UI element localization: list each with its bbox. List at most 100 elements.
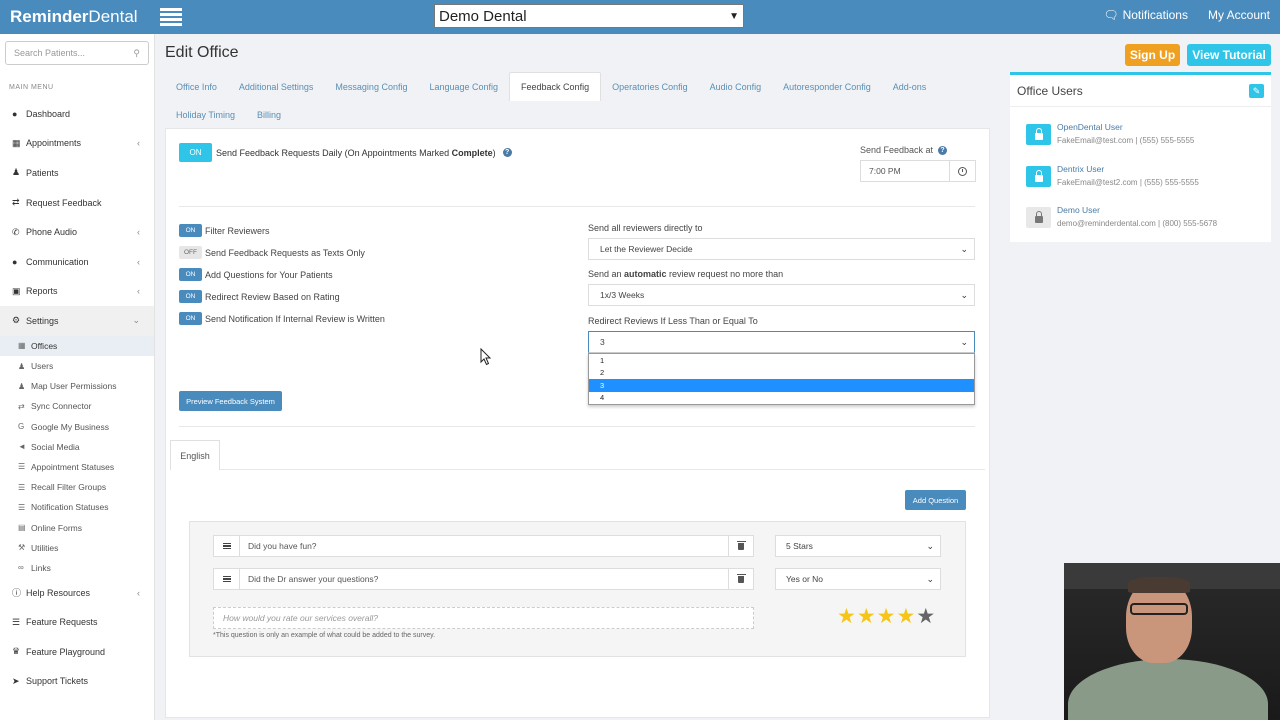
sidebar-item-patients[interactable]: ♟ Patients — [0, 158, 154, 188]
add-questions-toggle[interactable]: ON — [179, 268, 202, 281]
tab-holiday-timing[interactable]: Holiday Timing — [165, 100, 246, 129]
sidebar-subitem-links[interactable]: ∞ Links — [0, 558, 154, 578]
sidebar-subitem-recall-filter-groups[interactable]: ☰ Recall Filter Groups — [0, 477, 154, 497]
list-icon: ☰ — [12, 616, 21, 627]
clock-icon[interactable] — [949, 161, 975, 181]
option-4[interactable]: 4 — [589, 392, 974, 405]
tab-language-config[interactable]: Language Config — [418, 72, 509, 101]
patient-search-input[interactable]: Search Patients... ⚲ — [5, 41, 149, 65]
sidebar-item-settings[interactable]: ⚙ Settings ⌄ — [0, 306, 154, 336]
menu-toggle-icon[interactable] — [160, 8, 182, 26]
star-empty-icon: ★ — [916, 605, 936, 628]
drag-handle-icon[interactable] — [214, 536, 240, 556]
chevron-down-icon: ▼ — [729, 10, 739, 22]
sidebar-item-phone-audio[interactable]: ✆ Phone Audio ‹ — [0, 217, 154, 247]
brand-logo[interactable]: ReminderDental — [0, 7, 155, 27]
internal-review-notification-toggle[interactable]: ON — [179, 312, 202, 325]
sidebar-item-support-tickets[interactable]: ➤ Support Tickets — [0, 667, 154, 697]
sidebar-subitem-utilities[interactable]: ⚒ Utilities — [0, 538, 154, 558]
option-2[interactable]: 2 — [589, 367, 974, 380]
example-question-input: How would you rate our services overall? — [213, 607, 754, 629]
webcam-overlay — [1064, 563, 1280, 720]
user-icon: ♟ — [18, 381, 26, 391]
chevron-down-icon: ⌄ — [926, 540, 934, 551]
sidebar-item-help-resources[interactable]: ⓘ Help Resources ‹ — [0, 578, 154, 608]
sidebar-subitem-online-forms[interactable]: ▤ Online Forms — [0, 517, 154, 537]
example-star-rating: ★ ★ ★ ★ ★ — [837, 606, 935, 628]
trash-icon[interactable] — [728, 569, 753, 589]
tab-english[interactable]: English — [170, 440, 220, 470]
question-text-input[interactable]: Did you have fun? — [240, 541, 728, 551]
filter-reviewers-toggle[interactable]: ON — [179, 224, 202, 237]
question-type-select[interactable]: 5 Stars ⌄ — [775, 535, 941, 557]
sidebar-item-feature-requests[interactable]: ☰ Feature Requests — [0, 608, 154, 638]
tab-operatories-config[interactable]: Operatories Config — [601, 72, 699, 101]
tab-additional-settings[interactable]: Additional Settings — [228, 72, 325, 101]
send-reviewers-select[interactable]: Let the Reviewer Decide ⌄ — [588, 238, 975, 260]
office-user-item[interactable]: OpenDental User FakeEmail@test.com | (55… — [1026, 121, 1194, 147]
sidebar-subitem-sync-connector[interactable]: ⇄ Sync Connector — [0, 396, 154, 416]
view-tutorial-button[interactable]: View Tutorial — [1187, 44, 1271, 66]
tab-feedback-config[interactable]: Feedback Config — [509, 72, 602, 101]
redirect-review-toggle[interactable]: ON — [179, 290, 202, 303]
trash-icon[interactable] — [728, 536, 753, 556]
sidebar-subitem-google-my-business[interactable]: G Google My Business — [0, 417, 154, 437]
daily-feedback-label: Send Feedback Requests Daily (On Appoint… — [216, 147, 496, 158]
sidebar-subitem-notification-statuses[interactable]: ☰ Notification Statuses — [0, 497, 154, 517]
sidebar-item-request-feedback[interactable]: ⇄ Request Feedback — [0, 188, 154, 218]
add-question-button[interactable]: Add Question — [905, 490, 966, 510]
notifications-link[interactable]: 🗨 Notifications — [1103, 8, 1188, 22]
tab-autoresponder-config[interactable]: Autoresponder Config — [772, 72, 882, 101]
question-type-select[interactable]: Yes or No ⌄ — [775, 568, 941, 590]
redirect-threshold-options: 1 2 3 4 — [588, 353, 975, 405]
send-feedback-at-label: Send Feedback at ? — [860, 145, 948, 155]
office-user-item[interactable]: Dentrix User FakeEmail@test2.com | (555)… — [1026, 163, 1199, 189]
send-feedback-time-input[interactable]: 7:00 PM — [860, 160, 976, 182]
tab-messaging-config[interactable]: Messaging Config — [324, 72, 418, 101]
settings-subnav: ▦ Offices ♟ Users ♟ Map User Permissions ⇄ S… — [0, 335, 154, 578]
question-row: Did the Dr answer your questions? — [213, 568, 754, 590]
my-account-link[interactable]: My Account — [1208, 8, 1270, 22]
sidebar-item-feature-playground[interactable]: ♛ Feature Playground — [0, 637, 154, 667]
auto-review-frequency-select[interactable]: 1x/3 Weeks ⌄ — [588, 284, 975, 306]
sidebar-item-dashboard[interactable]: ● Dashboard — [0, 99, 154, 129]
chevron-left-icon: ‹ — [137, 256, 140, 267]
texts-only-toggle[interactable]: OFF — [179, 246, 202, 259]
office-user-item[interactable]: Demo User demo@reminderdental.com | (800… — [1026, 204, 1217, 230]
tab-audio-config[interactable]: Audio Config — [699, 72, 773, 101]
tab-add-ons[interactable]: Add-ons — [882, 72, 938, 101]
question-circle-icon[interactable]: ? — [502, 148, 512, 157]
sidebar-nav-bottom: ⓘ Help Resources ‹ ☰ Feature Requests ♛ Feat… — [0, 578, 154, 696]
office-select[interactable]: Demo Dental ▼ — [434, 4, 744, 28]
edit-icon[interactable]: ✎ — [1249, 84, 1264, 98]
sidebar-subitem-appointment-statuses[interactable]: ☰ Appointment Statuses — [0, 457, 154, 477]
sign-up-button[interactable]: Sign Up — [1125, 44, 1180, 66]
sidebar-subitem-map-user-permissions[interactable]: ♟ Map User Permissions — [0, 376, 154, 396]
send-reviewers-label: Send all reviewers directly to — [588, 223, 703, 233]
star-filled-icon: ★ — [876, 605, 896, 628]
redirect-threshold-select[interactable]: 3 ⌄ — [588, 331, 975, 353]
daily-feedback-toggle[interactable]: ON — [179, 143, 212, 162]
sidebar-subitem-users[interactable]: ♟ Users — [0, 356, 154, 376]
tab-billing[interactable]: Billing — [246, 100, 292, 129]
option-3[interactable]: 3 — [589, 379, 974, 392]
chat-icon: ● — [12, 256, 18, 267]
list-icon: ☰ — [18, 482, 26, 492]
sidebar-subitem-social-media[interactable]: ◄ Social Media — [0, 437, 154, 457]
phone-icon: ✆ — [12, 226, 20, 237]
tab-office-info[interactable]: Office Info — [165, 72, 228, 101]
office-tabs: Office Info Additional Settings Messagin… — [165, 72, 991, 128]
option-1[interactable]: 1 — [589, 354, 974, 367]
drag-handle-icon[interactable] — [214, 569, 240, 589]
sidebar-item-appointments[interactable]: ▦ Appointments ‹ — [0, 129, 154, 159]
wrench-icon: ⚒ — [18, 543, 26, 553]
top-bar: ReminderDental Demo Dental ▼ 🗨 Notificat… — [0, 0, 1280, 34]
sidebar-item-communication[interactable]: ● Communication ‹ — [0, 247, 154, 277]
option-add-questions: ON Add Questions for Your Patients — [179, 268, 333, 281]
sidebar-item-reports[interactable]: ▣ Reports ‹ — [0, 277, 154, 307]
question-circle-icon[interactable]: ? — [938, 145, 948, 155]
question-text-input[interactable]: Did the Dr answer your questions? — [240, 574, 728, 584]
preview-feedback-system-button[interactable]: Preview Feedback System — [179, 391, 282, 411]
sidebar-subitem-offices[interactable]: ▦ Offices — [0, 335, 154, 356]
chat-icon: 🗨 — [1103, 8, 1119, 22]
